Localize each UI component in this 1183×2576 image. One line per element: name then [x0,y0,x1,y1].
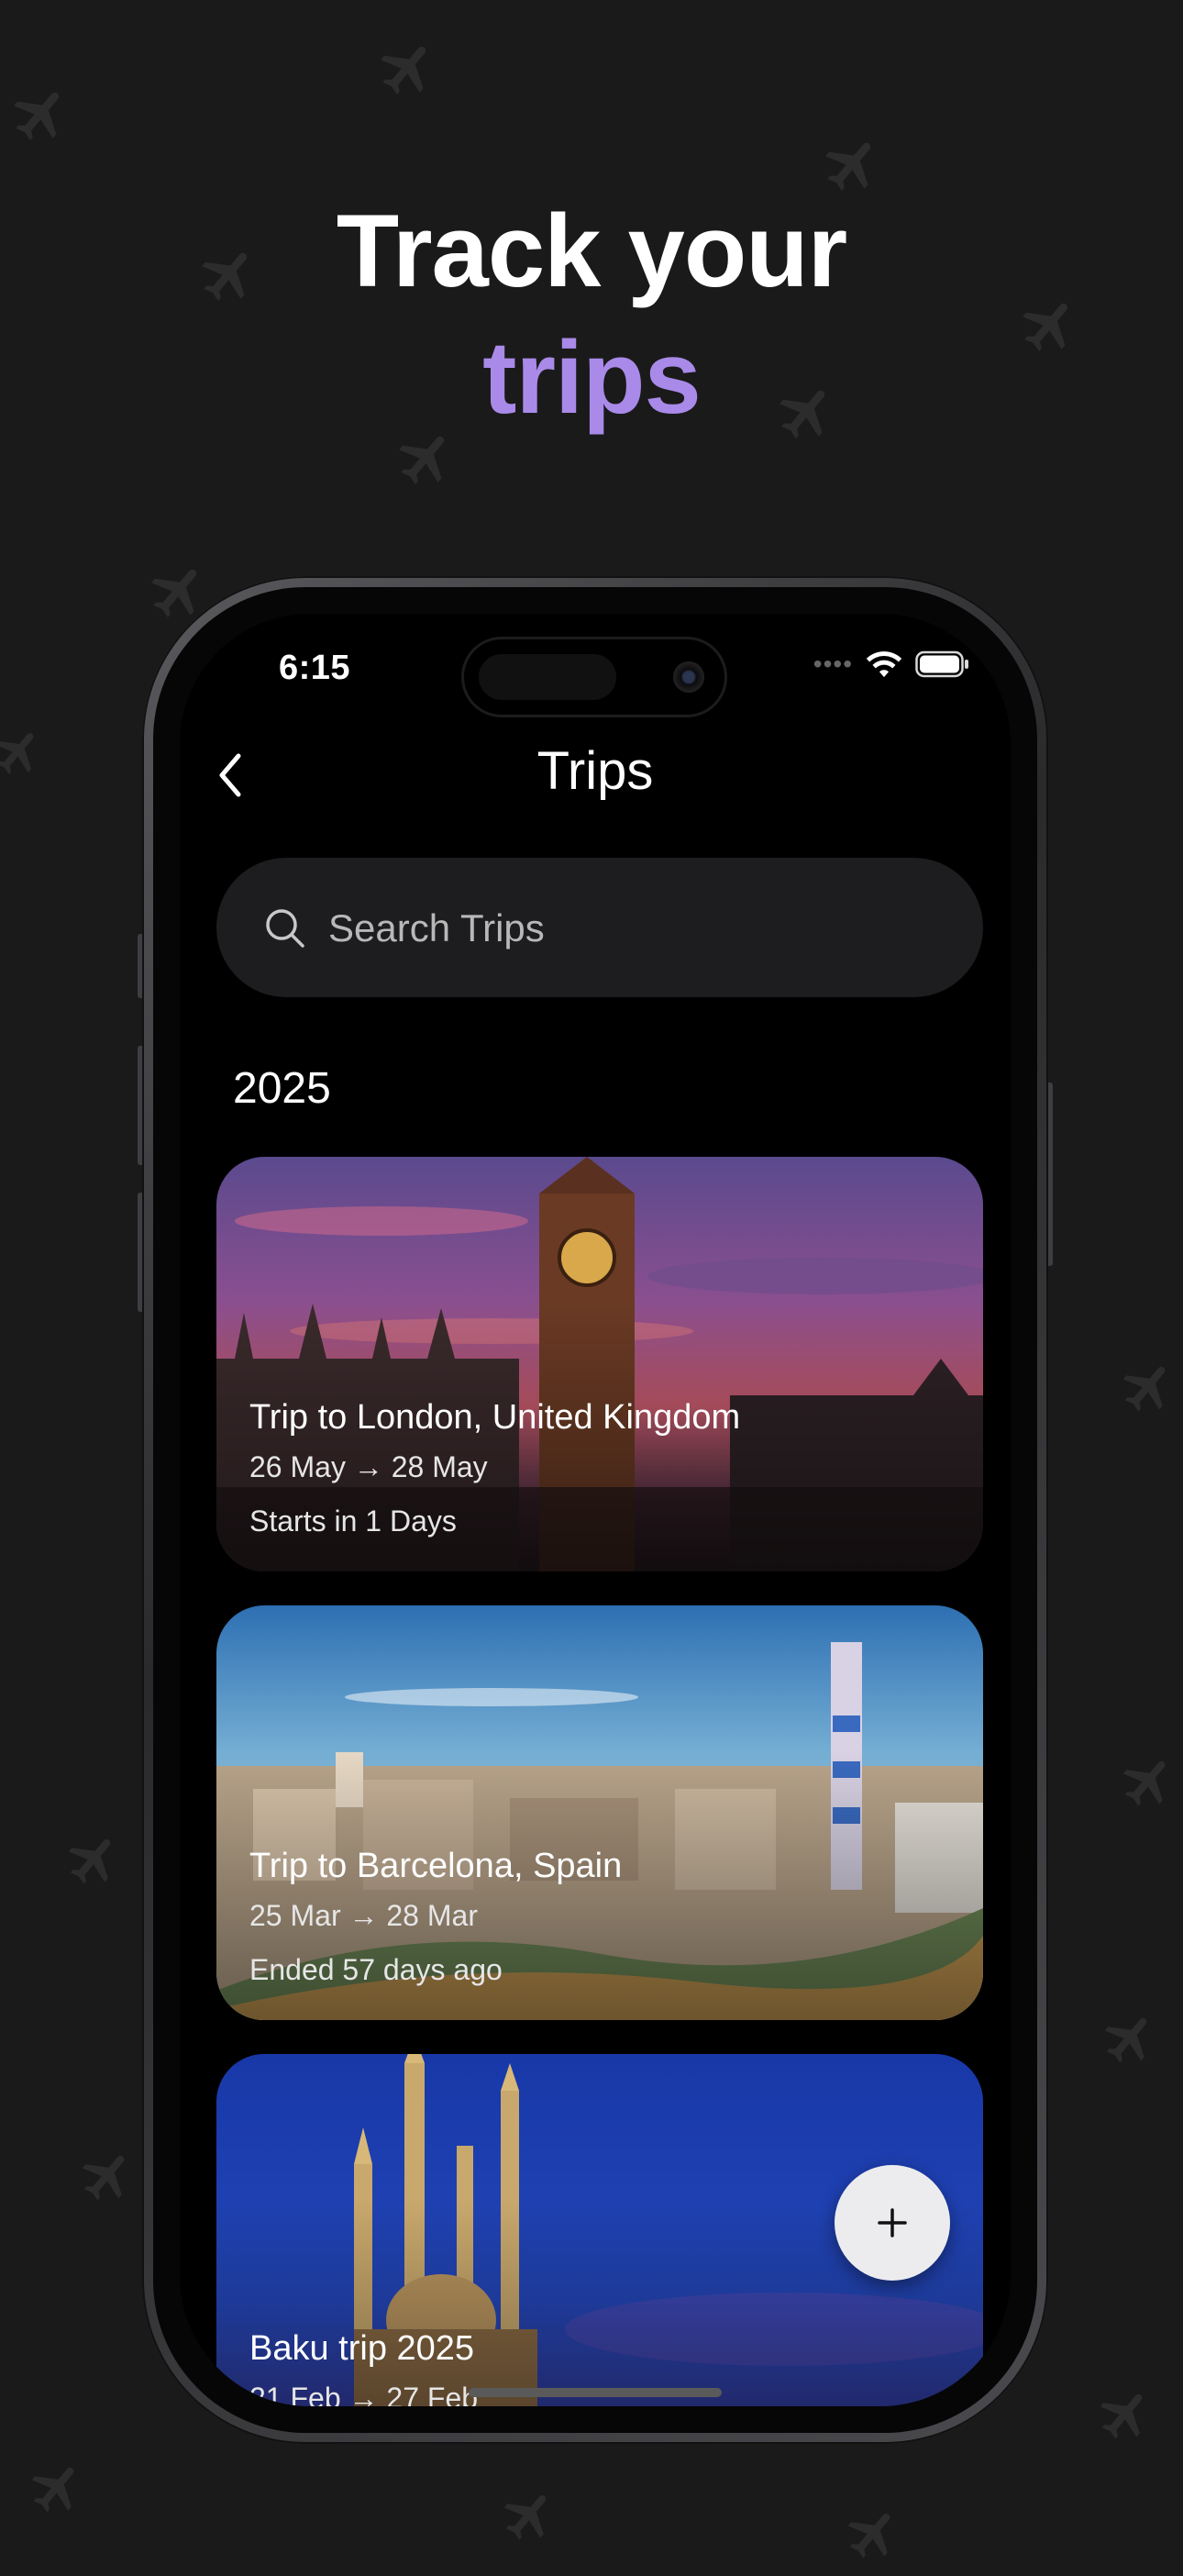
airplane-icon [1122,1366,1166,1412]
airplane-icon [31,2467,74,2513]
headline-line-1: Track your [336,194,848,308]
trip-card-london[interactable]: Trip to London, United Kingdom 26 May → … [216,1157,983,1571]
trip-title: Baku trip 2025 [249,2329,475,2368]
airplane-icon [1100,2393,1143,2439]
battery-icon [915,650,968,678]
camera-icon [673,661,704,693]
airplane-icon [847,2513,890,2559]
home-indicator[interactable] [469,2388,722,2397]
trip-status: Starts in 1 Days [249,1505,457,1538]
search-icon [266,909,304,948]
airplane-icon [0,733,34,774]
add-trip-button[interactable] [835,2165,950,2281]
status-time: 6:15 [279,649,351,687]
trip-dates: 25 Mar → 28 Mar [249,1899,478,1932]
airplane-icon [1104,2017,1147,2063]
airplane-icon [82,2155,125,2201]
page-title: Trips [536,741,654,801]
signal-dots: •••• [813,650,853,678]
airplane-icon [503,2494,547,2540]
marketing-headline: Track your trips [0,188,1183,441]
section-year-header: 2025 [233,1064,331,1113]
airplane-icon [1122,1760,1166,1806]
trip-dates: 26 May → 28 May [249,1450,488,1483]
dynamic-island [464,639,724,715]
search-input[interactable] [326,894,954,962]
status-icons: •••• [813,650,970,678]
headline-line-2: trips [482,320,702,435]
phone-screen: 6:15 •••• Trips 2025 [180,614,1011,2406]
trip-title: Trip to Barcelona, Spain [249,1847,623,1885]
trip-title: Trip to London, United Kingdom [249,1398,741,1437]
trip-status: Ended 57 days ago [249,1953,503,1986]
wifi-icon [866,651,902,678]
airplane-icon [68,1838,111,1884]
search-bar[interactable] [216,858,983,997]
airplane-icon [14,92,60,140]
plus-icon [878,2208,907,2237]
trip-card-barcelona[interactable]: Trip to Barcelona, Spain 25 Mar → 28 Mar… [216,1605,983,2020]
airplane-icon [381,46,426,94]
